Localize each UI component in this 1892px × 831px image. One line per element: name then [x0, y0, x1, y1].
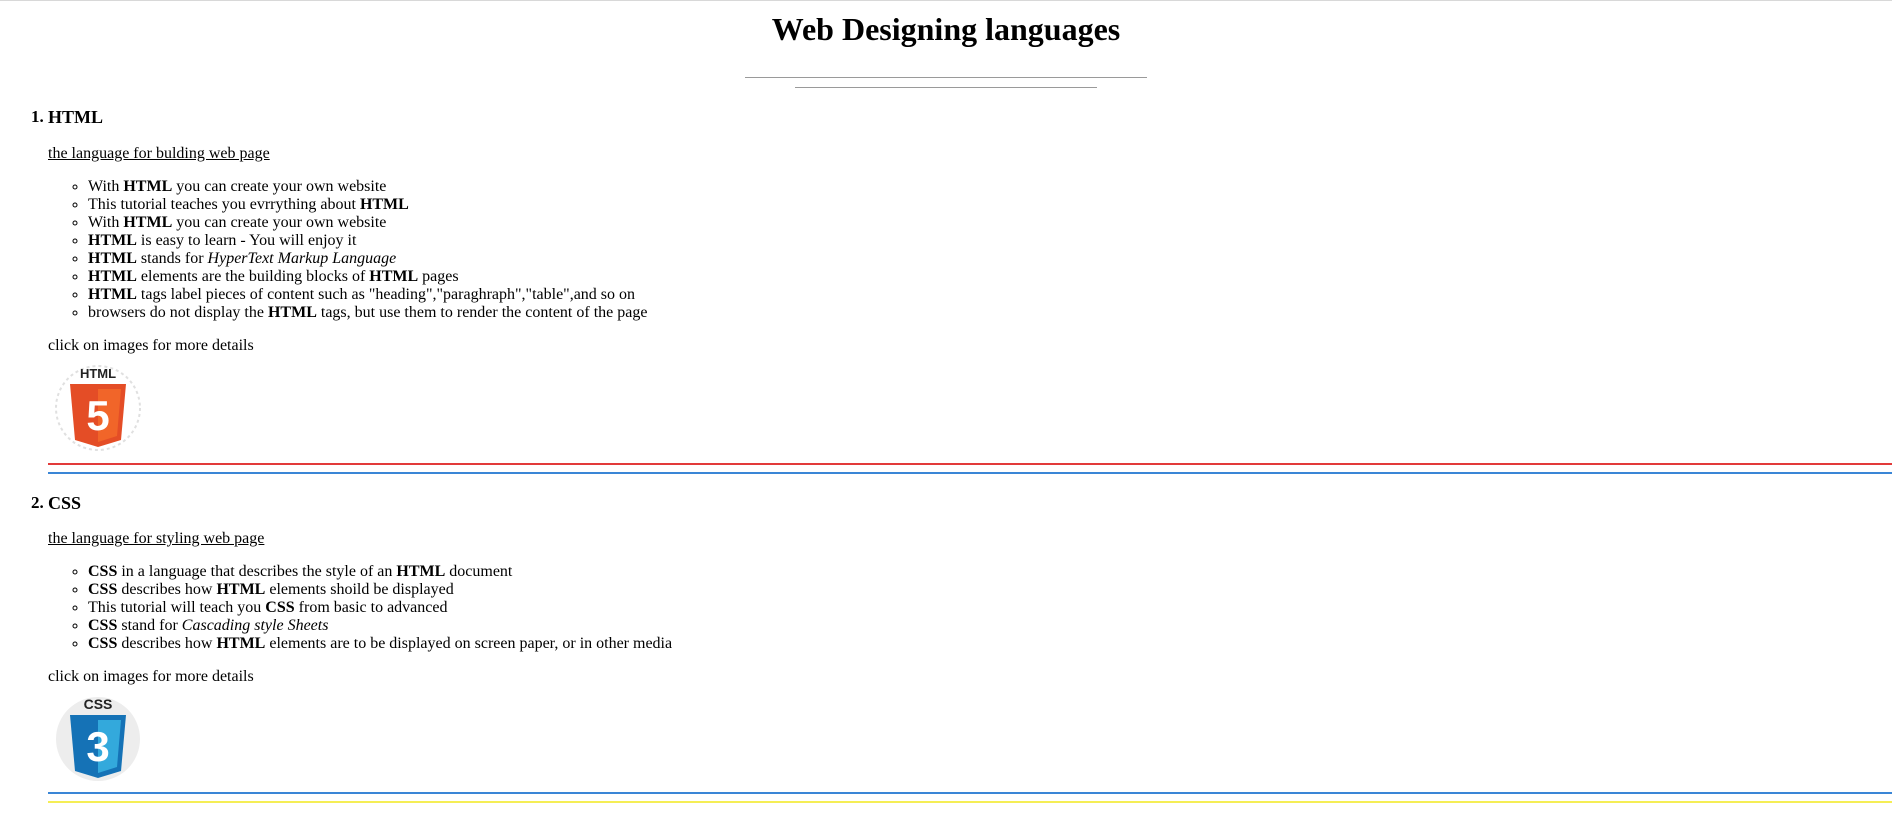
css3-logo-link[interactable]: CSS 3: [48, 687, 148, 783]
bold-term: HTML: [88, 286, 137, 303]
text-segment: pages: [418, 268, 459, 285]
list-item: HTML elements are the building blocks of…: [88, 268, 1892, 286]
list-item: CSS describes how HTML elements are to b…: [88, 635, 1892, 653]
list-item: CSS stand for Cascading style Sheets: [88, 617, 1892, 635]
bullet-list: With HTML you can create your own websit…: [48, 178, 1892, 322]
text-segment: elements are to be displayed on screen p…: [265, 635, 673, 652]
text-segment: With: [88, 178, 124, 195]
bold-term: HTML: [123, 178, 173, 195]
list-item: This tutorial teaches you evrrything abo…: [88, 196, 1892, 214]
text-segment: describes how: [117, 581, 217, 598]
text-segment: is easy to learn - You will enjoy it: [136, 232, 357, 249]
section-divider-blue: [48, 472, 1892, 474]
list-item: CSS describes how HTML elements shoild b…: [88, 581, 1892, 599]
italic-term: HyperText Markup Language: [207, 250, 397, 267]
text-segment: tags, but use them to render the content…: [316, 304, 648, 321]
language-name: CSS: [48, 493, 82, 513]
title-divider-bottom: [795, 87, 1097, 88]
bold-term: HTML: [267, 304, 317, 321]
text-segment: document: [445, 563, 513, 580]
bold-term: CSS: [88, 581, 118, 598]
list-number: 1.: [31, 107, 44, 126]
bold-term: HTML: [88, 268, 137, 285]
bullet-list: CSS in a language that describes the sty…: [48, 563, 1892, 653]
text-segment: browsers do not display the: [88, 304, 268, 321]
logo-label: CSS: [84, 696, 113, 712]
language-item-html: 1. HTML the language for bulding web pag…: [31, 106, 1892, 474]
bold-term: HTML: [123, 214, 173, 231]
bold-term: HTML: [216, 581, 266, 598]
list-item: browsers do not display the HTML tags, b…: [88, 304, 1892, 322]
list-item: This tutorial will teach you CSS from ba…: [88, 599, 1892, 617]
section-divider-blue: [48, 792, 1892, 794]
text-segment: This tutorial teaches you evrrything abo…: [88, 196, 360, 213]
section-divider-yellow: [48, 801, 1892, 803]
bold-term: HTML: [216, 635, 266, 652]
language-heading: 2. CSS: [31, 492, 1892, 514]
page-title: Web Designing languages: [771, 11, 1121, 47]
logo-digit: 3: [86, 723, 109, 770]
text-segment: stand for: [117, 617, 182, 634]
logo-label: HTML: [80, 366, 116, 381]
text-segment: tags label pieces of content such as "he…: [136, 286, 636, 303]
bold-term: HTML: [359, 196, 409, 213]
bold-term: HTML: [88, 250, 137, 267]
language-subtitle-link[interactable]: the language for bulding web page: [48, 144, 270, 164]
bold-term: CSS: [88, 617, 118, 634]
bold-term: CSS: [88, 635, 118, 652]
list-item: HTML is easy to learn - You will enjoy i…: [88, 232, 1892, 250]
text-segment: elements are the building blocks of: [136, 268, 370, 285]
bold-term: HTML: [396, 563, 446, 580]
more-details-text: click on images for more details: [48, 668, 254, 685]
italic-term: Cascading style Sheets: [181, 617, 329, 634]
text-segment: elements shoild be displayed: [265, 581, 454, 598]
text-segment: from basic to advanced: [294, 599, 448, 616]
list-item: HTML tags label pieces of content such a…: [88, 286, 1892, 304]
more-details-text: click on images for more details: [48, 337, 254, 354]
bold-term: HTML: [88, 232, 137, 249]
list-item: With HTML you can create your own websit…: [88, 178, 1892, 196]
page: Web Designing languages 1. HTML the lang…: [0, 0, 1892, 831]
list-item: HTML stands for HyperText Markup Languag…: [88, 250, 1892, 268]
title-divider-top: [745, 77, 1147, 78]
languages-list: 1. HTML the language for bulding web pag…: [0, 106, 1892, 803]
bold-term: CSS: [265, 599, 295, 616]
section-divider-red: [48, 463, 1892, 465]
text-segment: This tutorial will teach you: [88, 599, 266, 616]
text-segment: With: [88, 214, 124, 231]
bold-term: CSS: [88, 563, 118, 580]
text-segment: in a language that describes the style o…: [117, 563, 397, 580]
html5-logo-icon: HTML 5: [55, 365, 141, 451]
text-segment: you can create your own website: [172, 178, 387, 195]
list-item: CSS in a language that describes the sty…: [88, 563, 1892, 581]
text-segment: stands for: [136, 250, 208, 267]
list-item: With HTML you can create your own websit…: [88, 214, 1892, 232]
text-segment: describes how: [117, 635, 217, 652]
logo-digit: 5: [86, 392, 109, 439]
language-name: HTML: [48, 107, 104, 127]
text-segment: you can create your own website: [172, 214, 387, 231]
language-heading: 1. HTML: [31, 106, 1892, 128]
css3-logo-icon: CSS 3: [56, 696, 140, 781]
language-subtitle-link[interactable]: the language for styling web page: [48, 529, 264, 549]
html5-logo-link[interactable]: HTML 5: [48, 356, 148, 452]
language-item-css: 2. CSS the language for styling web page…: [31, 492, 1892, 803]
list-number: 2.: [31, 493, 44, 512]
bold-term: HTML: [369, 268, 419, 285]
